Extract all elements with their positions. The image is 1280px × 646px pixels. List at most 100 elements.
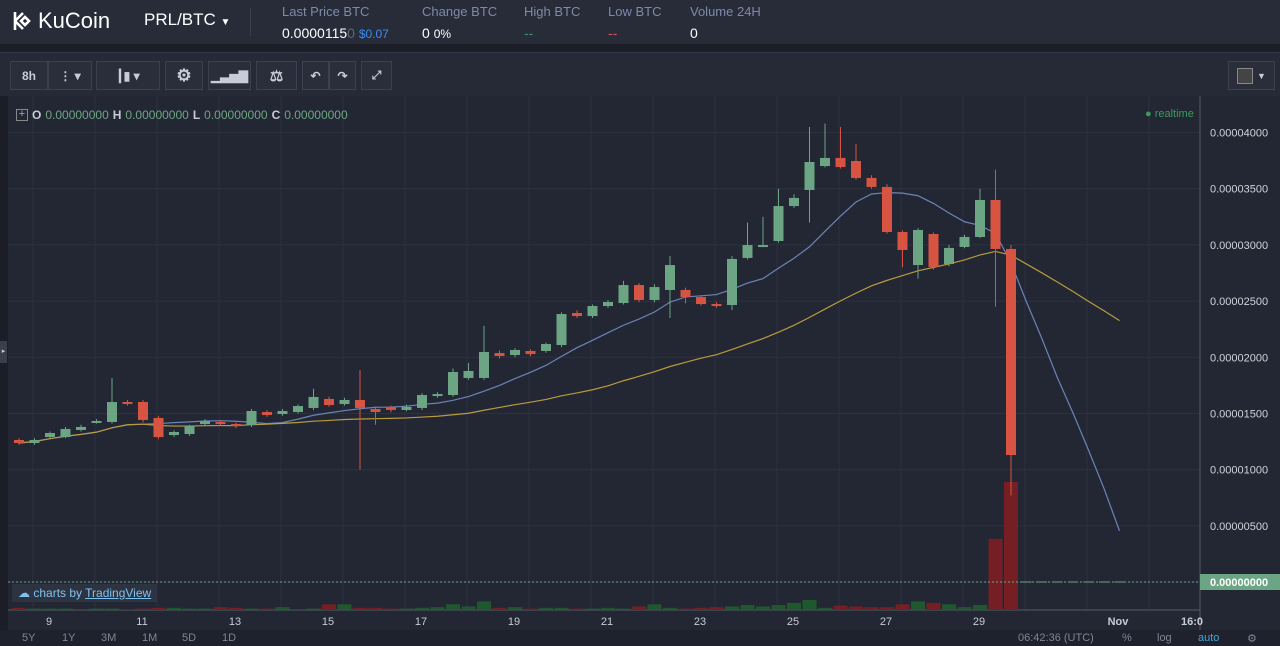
layout-button[interactable]: ▼ [1228, 61, 1275, 90]
ohlc-legend: + O 0.00000000 H 0.00000000 L 0.00000000 C0… [16, 108, 348, 122]
volume-bar [663, 607, 677, 610]
tradingview-icon: ☁ [18, 586, 30, 600]
stat-label: Low BTC [608, 4, 662, 19]
fullscreen-button[interactable]: ⤢ [361, 61, 392, 90]
status-dot-icon: ● [1145, 108, 1152, 120]
date-tick-label: 9 [46, 616, 52, 628]
candle-body [293, 406, 303, 412]
stat-high: High BTC -- [524, 4, 580, 41]
date-tick-label: 19 [508, 616, 520, 628]
stat-percent: 0% [433, 27, 452, 41]
candle-body [572, 313, 582, 317]
crosshair-toggle-icon[interactable]: + [16, 109, 28, 121]
chart-type-button[interactable]: ┃▮ ▾ [96, 61, 160, 90]
range-5y[interactable]: 5Y [22, 632, 35, 644]
chart-area[interactable]: 0.00000500 0.00001000 0.00001500 0.00002000… [0, 96, 1280, 630]
date-tick-label: 27 [880, 616, 892, 628]
candle-body [262, 411, 272, 416]
range-5d[interactable]: 5D [182, 632, 196, 644]
candle-body [401, 406, 412, 410]
volume-bar [182, 608, 197, 610]
undo-button[interactable]: ↶ [302, 61, 329, 90]
date-tick-label: Nov [1108, 616, 1130, 628]
volume-bar [508, 607, 522, 610]
volume-bar [973, 605, 987, 610]
candle-body [603, 301, 613, 307]
kucoin-logo[interactable]: KuCoin [12, 8, 110, 34]
stat-label: Change BTC [422, 4, 498, 19]
high-value: 0.00000000 [125, 108, 189, 122]
date-tick-label: 25 [787, 616, 799, 628]
compare-button[interactable]: ⚖ [256, 61, 297, 90]
volume-bar [926, 602, 941, 610]
candle-body [1006, 248, 1016, 456]
candle-body [649, 287, 660, 300]
volume-bar [384, 608, 398, 610]
candle-body [91, 420, 102, 423]
candle-body [215, 421, 226, 425]
candle-body [45, 433, 55, 438]
log-toggle[interactable]: log [1157, 632, 1172, 644]
range-1d[interactable]: 1D [222, 632, 236, 644]
price-tick-label: 0.00003500 [1210, 184, 1268, 196]
candle-body [60, 428, 71, 438]
settings-button[interactable]: ⚙ [165, 61, 203, 90]
range-1y[interactable]: 1Y [62, 632, 75, 644]
candle-body [463, 370, 474, 378]
price-tick-label: 0.00002000 [1210, 352, 1268, 364]
volume-bar [647, 604, 662, 610]
tradingview-watermark[interactable]: ☁ charts by TradingView [12, 584, 158, 602]
stat-change: Change BTC 0 0% [422, 4, 497, 41]
side-panel-toggle[interactable]: ▸ [0, 341, 7, 363]
candle-body [386, 406, 396, 410]
candle-body [107, 401, 117, 422]
price-chart[interactable]: 0.00000500 0.00001000 0.00001500 0.00002000… [8, 96, 1280, 630]
volume-bar [895, 604, 910, 610]
realtime-indicator: ● realtime [1145, 108, 1194, 120]
gear-icon[interactable]: ⚙ [1247, 632, 1257, 645]
indicators-button[interactable]: ▁▃▅▇ [208, 61, 251, 90]
price-tick-label: 0.00000500 [1210, 521, 1268, 533]
interval-menu-button[interactable]: ⋮ ▾ [48, 61, 92, 90]
redo-button[interactable]: ↷ [329, 61, 356, 90]
tradingview-link[interactable]: TradingView [85, 586, 151, 600]
candle-body [324, 398, 334, 406]
stat-volume: Volume 24H 0 [690, 4, 761, 41]
percent-toggle[interactable]: % [1122, 632, 1132, 644]
undo-icon: ↶ [310, 68, 321, 83]
watermark-prefix: charts by [33, 586, 83, 600]
candle-body [820, 157, 830, 167]
divider [250, 8, 251, 36]
date-tick-label: 17 [415, 616, 427, 628]
volume-bar [213, 607, 228, 610]
candle-body [990, 199, 1001, 249]
candle-body [479, 351, 489, 378]
volume-bar [27, 608, 42, 610]
candle-body [76, 426, 86, 430]
interval-button[interactable]: 8h [10, 61, 48, 90]
pair-selector[interactable]: PRL/BTC ▼ [144, 10, 230, 30]
candle-body [742, 245, 753, 258]
candle-body [169, 431, 179, 436]
date-tick-label: 15 [322, 616, 334, 628]
date-tick-label: 16:0 [1181, 616, 1203, 628]
volume-bar [632, 606, 646, 610]
open-value: 0.00000000 [45, 108, 109, 122]
stat-value: 0 [690, 25, 698, 41]
volume-bar [570, 608, 584, 610]
volume-bar [942, 604, 956, 610]
candle-body [758, 245, 768, 248]
candle-body [835, 157, 846, 168]
candle-body [138, 401, 148, 420]
candle-body [634, 285, 644, 300]
range-3m[interactable]: 3M [101, 632, 116, 644]
bottom-bar: 5Y 1Y 3M 1M 5D 1D 06:42:36 (UTC) % log a… [0, 630, 1280, 646]
auto-toggle[interactable]: auto [1198, 632, 1219, 644]
candle-body [897, 231, 908, 250]
volume-bar [787, 602, 801, 610]
candle-body [525, 350, 536, 355]
candle-body [541, 344, 551, 351]
range-1m[interactable]: 1M [142, 632, 157, 644]
volume-bar [880, 607, 894, 610]
volume-bar [911, 601, 925, 610]
